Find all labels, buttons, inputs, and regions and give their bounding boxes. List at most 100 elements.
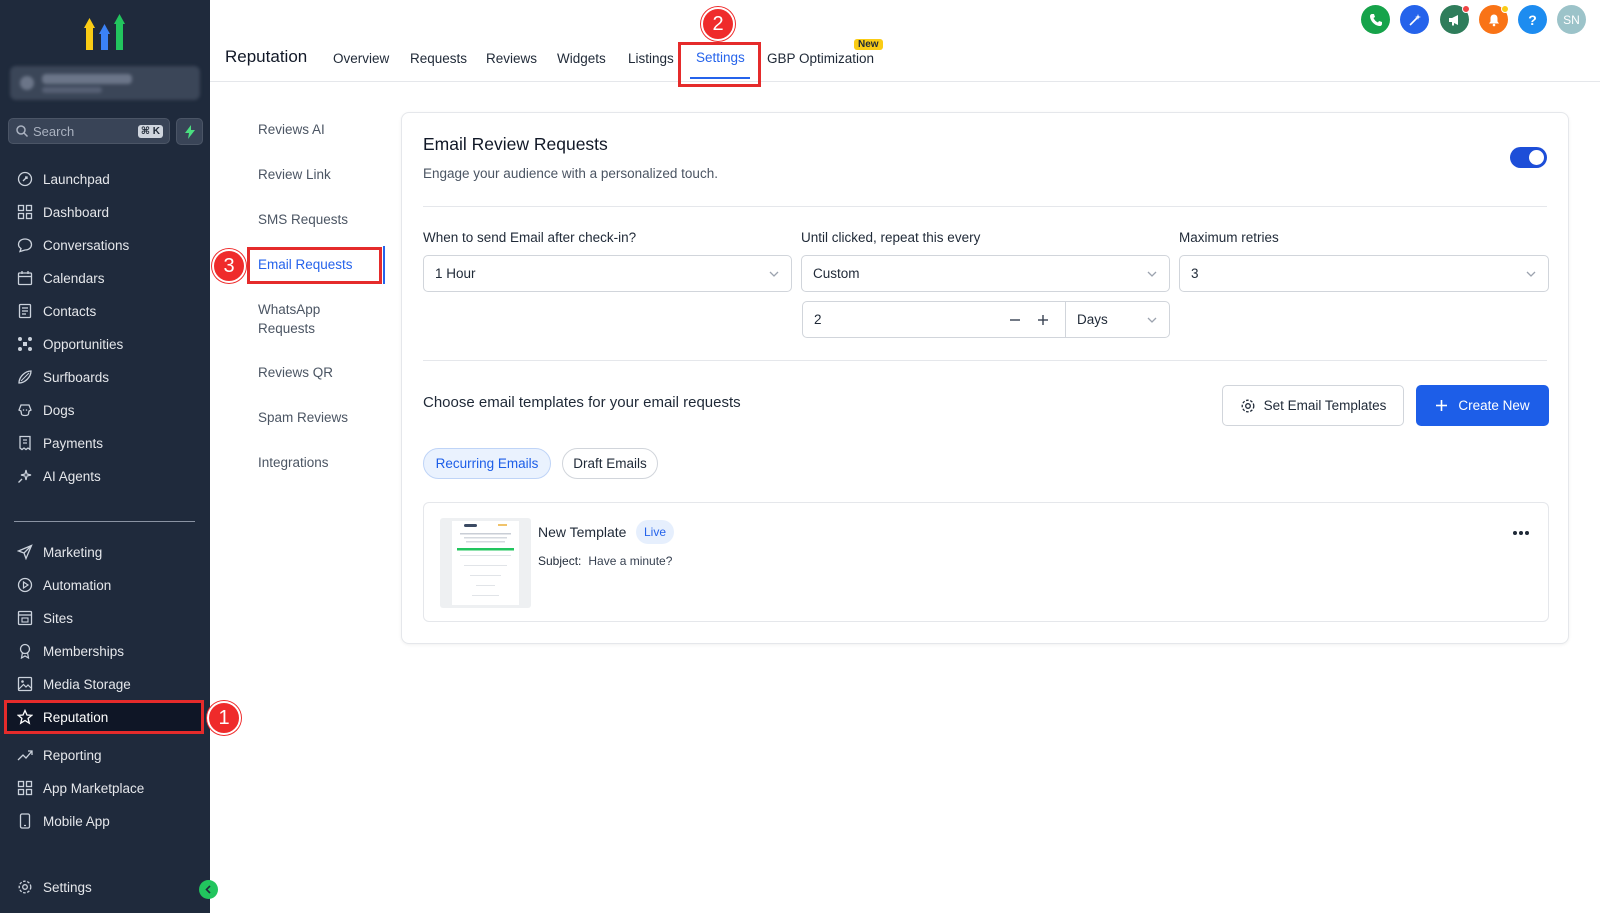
send-after-select[interactable]: 1 Hour: [423, 255, 792, 292]
templates-section-title: Choose email templates for your email re…: [423, 394, 741, 411]
increment-button[interactable]: [1032, 309, 1054, 331]
gear-icon: [1241, 399, 1255, 412]
annotation-badge-1: 1: [207, 701, 241, 735]
subnav-spam-reviews[interactable]: Spam Reviews: [258, 408, 348, 427]
minus-icon: [1010, 318, 1020, 321]
subnav-reviews-qr[interactable]: Reviews QR: [258, 363, 333, 382]
subnav-reviews-ai[interactable]: Reviews AI: [258, 120, 325, 139]
sidebar-item-memberships[interactable]: Memberships: [4, 636, 204, 666]
sidebar-item-label: Media Storage: [43, 676, 131, 692]
sidebar-item-launchpad[interactable]: Launchpad: [4, 164, 204, 194]
search-box[interactable]: Search ⌘ K: [8, 118, 170, 144]
sidebar-item-calendars[interactable]: Calendars: [4, 263, 204, 293]
repeat-select[interactable]: Custom: [801, 255, 1170, 292]
card-divider: [423, 206, 1547, 207]
sidebar-item-label: Conversations: [43, 237, 130, 253]
create-new-label: Create New: [1458, 398, 1530, 413]
quick-action-button[interactable]: [176, 118, 203, 145]
max-retries-label: Maximum retries: [1179, 230, 1279, 245]
announcements-button[interactable]: [1440, 5, 1470, 34]
sidebar-item-automation[interactable]: Automation: [4, 570, 204, 600]
more-options-icon[interactable]: [1512, 520, 1530, 541]
subnav-sms-requests[interactable]: SMS Requests: [258, 210, 348, 229]
sidebar-item-label: Memberships: [43, 643, 125, 659]
tab-listings[interactable]: Listings: [628, 51, 674, 66]
app-logo[interactable]: [84, 12, 126, 52]
repeat-value: Custom: [813, 266, 860, 281]
sidebar-item-media-storage[interactable]: Media Storage: [4, 669, 204, 699]
tab-reviews[interactable]: Reviews: [486, 51, 537, 66]
sidebar-item-label: Reporting: [43, 747, 102, 763]
sidebar-item-marketing[interactable]: Marketing: [4, 537, 204, 567]
rocket-icon: [16, 170, 34, 188]
sidebar-item-reputation[interactable]: Reputation: [4, 700, 204, 734]
sidebar-item-label: Dashboard: [43, 204, 110, 220]
help-button[interactable]: ?: [1518, 5, 1547, 34]
chevron-left-icon: [205, 885, 211, 894]
sidebar-item-sites[interactable]: Sites: [4, 603, 204, 633]
surfboard-icon: [16, 368, 34, 386]
pill-recurring-emails[interactable]: Recurring Emails: [423, 448, 551, 479]
sidebar-item-ai-agents[interactable]: AI Agents: [4, 461, 204, 491]
pill-draft-emails[interactable]: Draft Emails: [562, 448, 658, 479]
sidebar-item-app-marketplace[interactable]: App Marketplace: [4, 773, 204, 803]
sidebar-item-mobile-app[interactable]: Mobile App: [4, 806, 204, 836]
phone-call-button[interactable]: [1361, 5, 1390, 34]
sidebar-item-label: Calendars: [43, 270, 105, 286]
subnav-active-indicator: [383, 246, 385, 284]
pipeline-icon: [16, 335, 34, 353]
tab-requests[interactable]: Requests: [410, 51, 467, 66]
subnav-integrations[interactable]: Integrations: [258, 453, 329, 472]
sidebar-item-conversations[interactable]: Conversations: [4, 230, 204, 260]
max-retries-select[interactable]: 3: [1179, 255, 1549, 292]
sidebar-item-opportunities[interactable]: Opportunities: [4, 329, 204, 359]
notifications-button[interactable]: [1479, 5, 1509, 34]
new-badge: New: [854, 39, 883, 50]
sidebar-item-surfboards[interactable]: Surfboards: [4, 362, 204, 392]
repeat-unit-select[interactable]: Days: [1065, 301, 1170, 338]
sidebar-item-reporting[interactable]: Reporting: [4, 740, 204, 770]
template-thumbnail[interactable]: [440, 518, 531, 608]
highlight-settings-tab: [678, 42, 761, 87]
image-icon: [16, 675, 34, 693]
email-requests-toggle[interactable]: [1510, 147, 1547, 168]
sidebar-item-dashboard[interactable]: Dashboard: [4, 197, 204, 227]
status-badge: Live: [636, 520, 675, 544]
tab-overview[interactable]: Overview: [333, 51, 389, 66]
template-subject: Subject: Have a minute?: [538, 554, 672, 568]
ai-assist-button[interactable]: [1400, 5, 1429, 34]
sidebar-item-label: Automation: [43, 577, 112, 593]
send-icon: [16, 543, 34, 561]
sidebar-item-dogs[interactable]: Dogs: [4, 395, 204, 425]
annotation-badge-3: 3: [212, 249, 246, 283]
send-after-value: 1 Hour: [435, 266, 476, 281]
phone-call-icon: [1369, 13, 1382, 26]
template-name: New Template: [538, 524, 627, 540]
sites-icon: [16, 609, 34, 627]
sidebar-item-contacts[interactable]: Contacts: [4, 296, 204, 326]
sidebar-item-settings[interactable]: Settings: [4, 872, 204, 902]
subnav-review-link[interactable]: Review Link: [258, 165, 331, 184]
chevron-down-icon: [1147, 271, 1157, 277]
search-shortcut: ⌘ K: [137, 124, 163, 138]
repeat-count-stepper[interactable]: 2: [802, 301, 1066, 338]
megaphone-icon: [1448, 14, 1458, 25]
decrement-button[interactable]: [1004, 309, 1026, 331]
tab-widgets[interactable]: Widgets: [557, 51, 606, 66]
create-new-button[interactable]: Create New: [1416, 385, 1549, 426]
subnav-whatsapp-requests[interactable]: WhatsApp Requests: [258, 300, 358, 338]
sidebar-item-payments[interactable]: Payments: [4, 428, 204, 458]
sidebar-divider: [14, 521, 195, 522]
tab-gbp-optimization[interactable]: GBP Optimization: [767, 51, 874, 66]
sidebar-collapse-button[interactable]: [199, 880, 218, 899]
chevron-down-icon: [1526, 271, 1536, 277]
subnav-email-requests[interactable]: Email Requests: [258, 255, 353, 274]
plus-icon: [1038, 314, 1048, 325]
card-subtitle: Engage your audience with a personalized…: [423, 166, 718, 181]
account-switcher[interactable]: [10, 66, 200, 100]
automation-icon: [16, 576, 34, 594]
trend-icon: [16, 746, 34, 764]
sidebar-item-label: Surfboards: [43, 369, 110, 385]
user-avatar[interactable]: SN: [1557, 5, 1586, 34]
set-email-templates-button[interactable]: Set Email Templates: [1222, 385, 1404, 426]
